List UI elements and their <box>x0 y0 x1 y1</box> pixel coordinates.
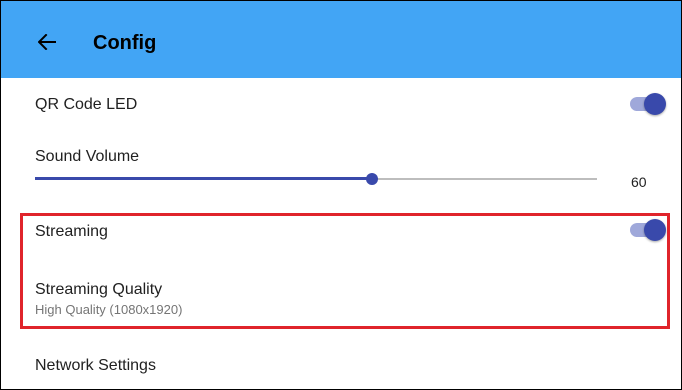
sound-volume-value: 60 <box>631 174 647 190</box>
sound-volume-title: Sound Volume <box>35 148 140 165</box>
switch-thumb <box>644 219 666 241</box>
switch-thumb <box>644 93 666 115</box>
sound-volume-slider[interactable] <box>35 171 597 187</box>
app-bar: Config <box>1 1 681 78</box>
slider-thumb[interactable] <box>366 173 379 185</box>
streaming-title: Streaming <box>35 223 108 240</box>
qr-led-switch[interactable] <box>630 92 666 116</box>
back-button[interactable] <box>31 29 63 55</box>
streaming-quality-title: Streaming Quality <box>35 281 163 298</box>
slider-fill <box>35 177 373 180</box>
streaming-quality-summary: High Quality (1080x1920) <box>35 302 183 317</box>
streaming-switch[interactable] <box>630 218 666 242</box>
page-title: Config <box>93 32 157 54</box>
network-settings-title: Network Settings <box>35 357 156 374</box>
qr-led-title: QR Code LED <box>35 96 138 113</box>
config-screen: Config QR Code LED Sound Volume 60 Strea… <box>0 0 682 390</box>
arrow-left-icon <box>38 34 56 50</box>
